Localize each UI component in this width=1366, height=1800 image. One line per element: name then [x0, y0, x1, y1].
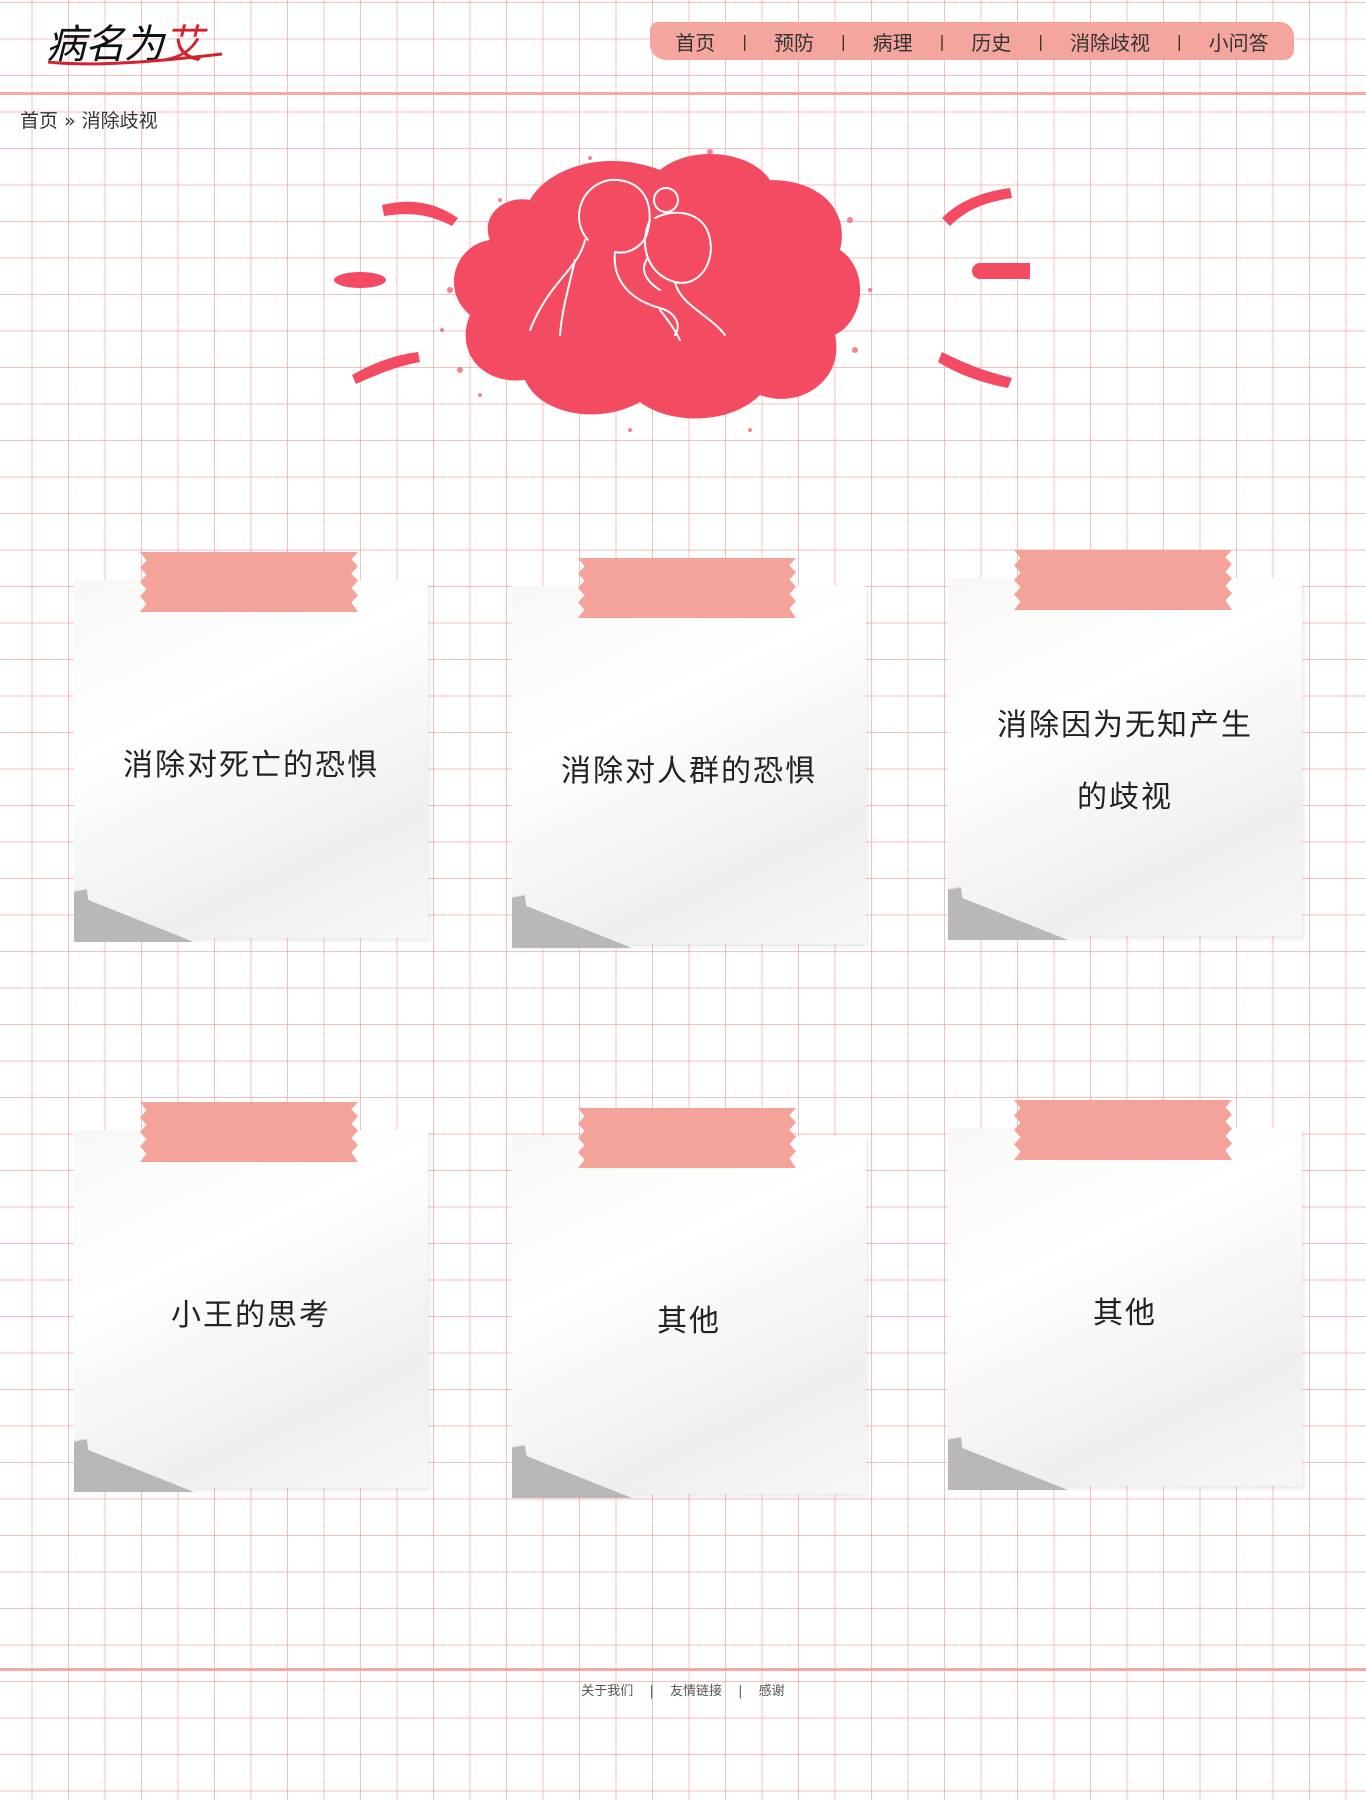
note-tape — [140, 552, 358, 612]
header-divider — [0, 92, 1366, 95]
note-label: 其他 — [657, 1304, 721, 1339]
breadcrumb-current: 消除歧视 — [81, 110, 158, 132]
note-tape — [140, 1102, 358, 1162]
note-card-ignorance-discrimination[interactable]: 消除因为无知产生 的歧视 — [948, 550, 1302, 940]
nav-separator: | — [741, 31, 748, 51]
note-label: 消除对人群的恐惧 — [561, 754, 817, 789]
nav-separator: | — [939, 31, 945, 51]
footer-friend-links[interactable]: 友情链接 — [670, 1684, 722, 1699]
nav-pathology[interactable]: 病理 — [873, 27, 913, 56]
logo-underline — [47, 52, 223, 66]
footer-about-link[interactable]: 关于我们 — [581, 1684, 633, 1699]
breadcrumb-home[interactable]: 首页 — [20, 110, 58, 132]
nav-eliminate-discrimination[interactable]: 消除歧视 — [1070, 27, 1150, 56]
hero-illustration — [334, 149, 1030, 432]
breadcrumb: 首页 » 消除歧视 — [20, 106, 164, 133]
note-card-wang-thoughts[interactable]: 小王的思考 — [74, 1102, 428, 1492]
footer: 关于我们 | 友情链接 | 感谢 — [0, 1680, 1366, 1699]
note-label: 其他 — [1093, 1296, 1157, 1331]
note-tape — [1014, 550, 1232, 610]
site-logo[interactable]: 病名为艾 — [46, 12, 236, 68]
note-card-other-1[interactable]: 其他 — [512, 1108, 866, 1498]
footer-thanks-link[interactable]: 感谢 — [759, 1684, 785, 1699]
nav-home[interactable]: 首页 — [675, 27, 715, 56]
footer-separator: | — [649, 1684, 654, 1699]
nav-separator: | — [840, 31, 847, 51]
nav-prevention[interactable]: 预防 — [774, 27, 814, 56]
breadcrumb-arrow: » — [64, 110, 76, 132]
note-card-other-2[interactable]: 其他 — [948, 1100, 1302, 1490]
note-card-fear-of-death[interactable]: 消除对死亡的恐惧 — [74, 552, 428, 942]
note-tape — [578, 558, 796, 618]
nav-separator: | — [1037, 31, 1044, 51]
nav-history[interactable]: 历史 — [971, 27, 1011, 56]
nav-separator: | — [1176, 31, 1183, 51]
note-tape — [1014, 1100, 1232, 1160]
note-card-fear-of-groups[interactable]: 消除对人群的恐惧 — [512, 558, 866, 948]
footer-divider — [0, 1668, 1366, 1671]
main-nav: 首页 | 预防 | 病理 | 历史 | 消除歧视 | 小问答 — [650, 22, 1294, 60]
note-label: 消除因为无知产生 的歧视 — [997, 708, 1253, 815]
note-label: 小王的思考 — [171, 1298, 331, 1333]
nav-quiz[interactable]: 小问答 — [1209, 27, 1269, 56]
note-label: 消除对死亡的恐惧 — [123, 748, 379, 783]
footer-separator: | — [738, 1684, 743, 1699]
note-tape — [578, 1108, 796, 1168]
